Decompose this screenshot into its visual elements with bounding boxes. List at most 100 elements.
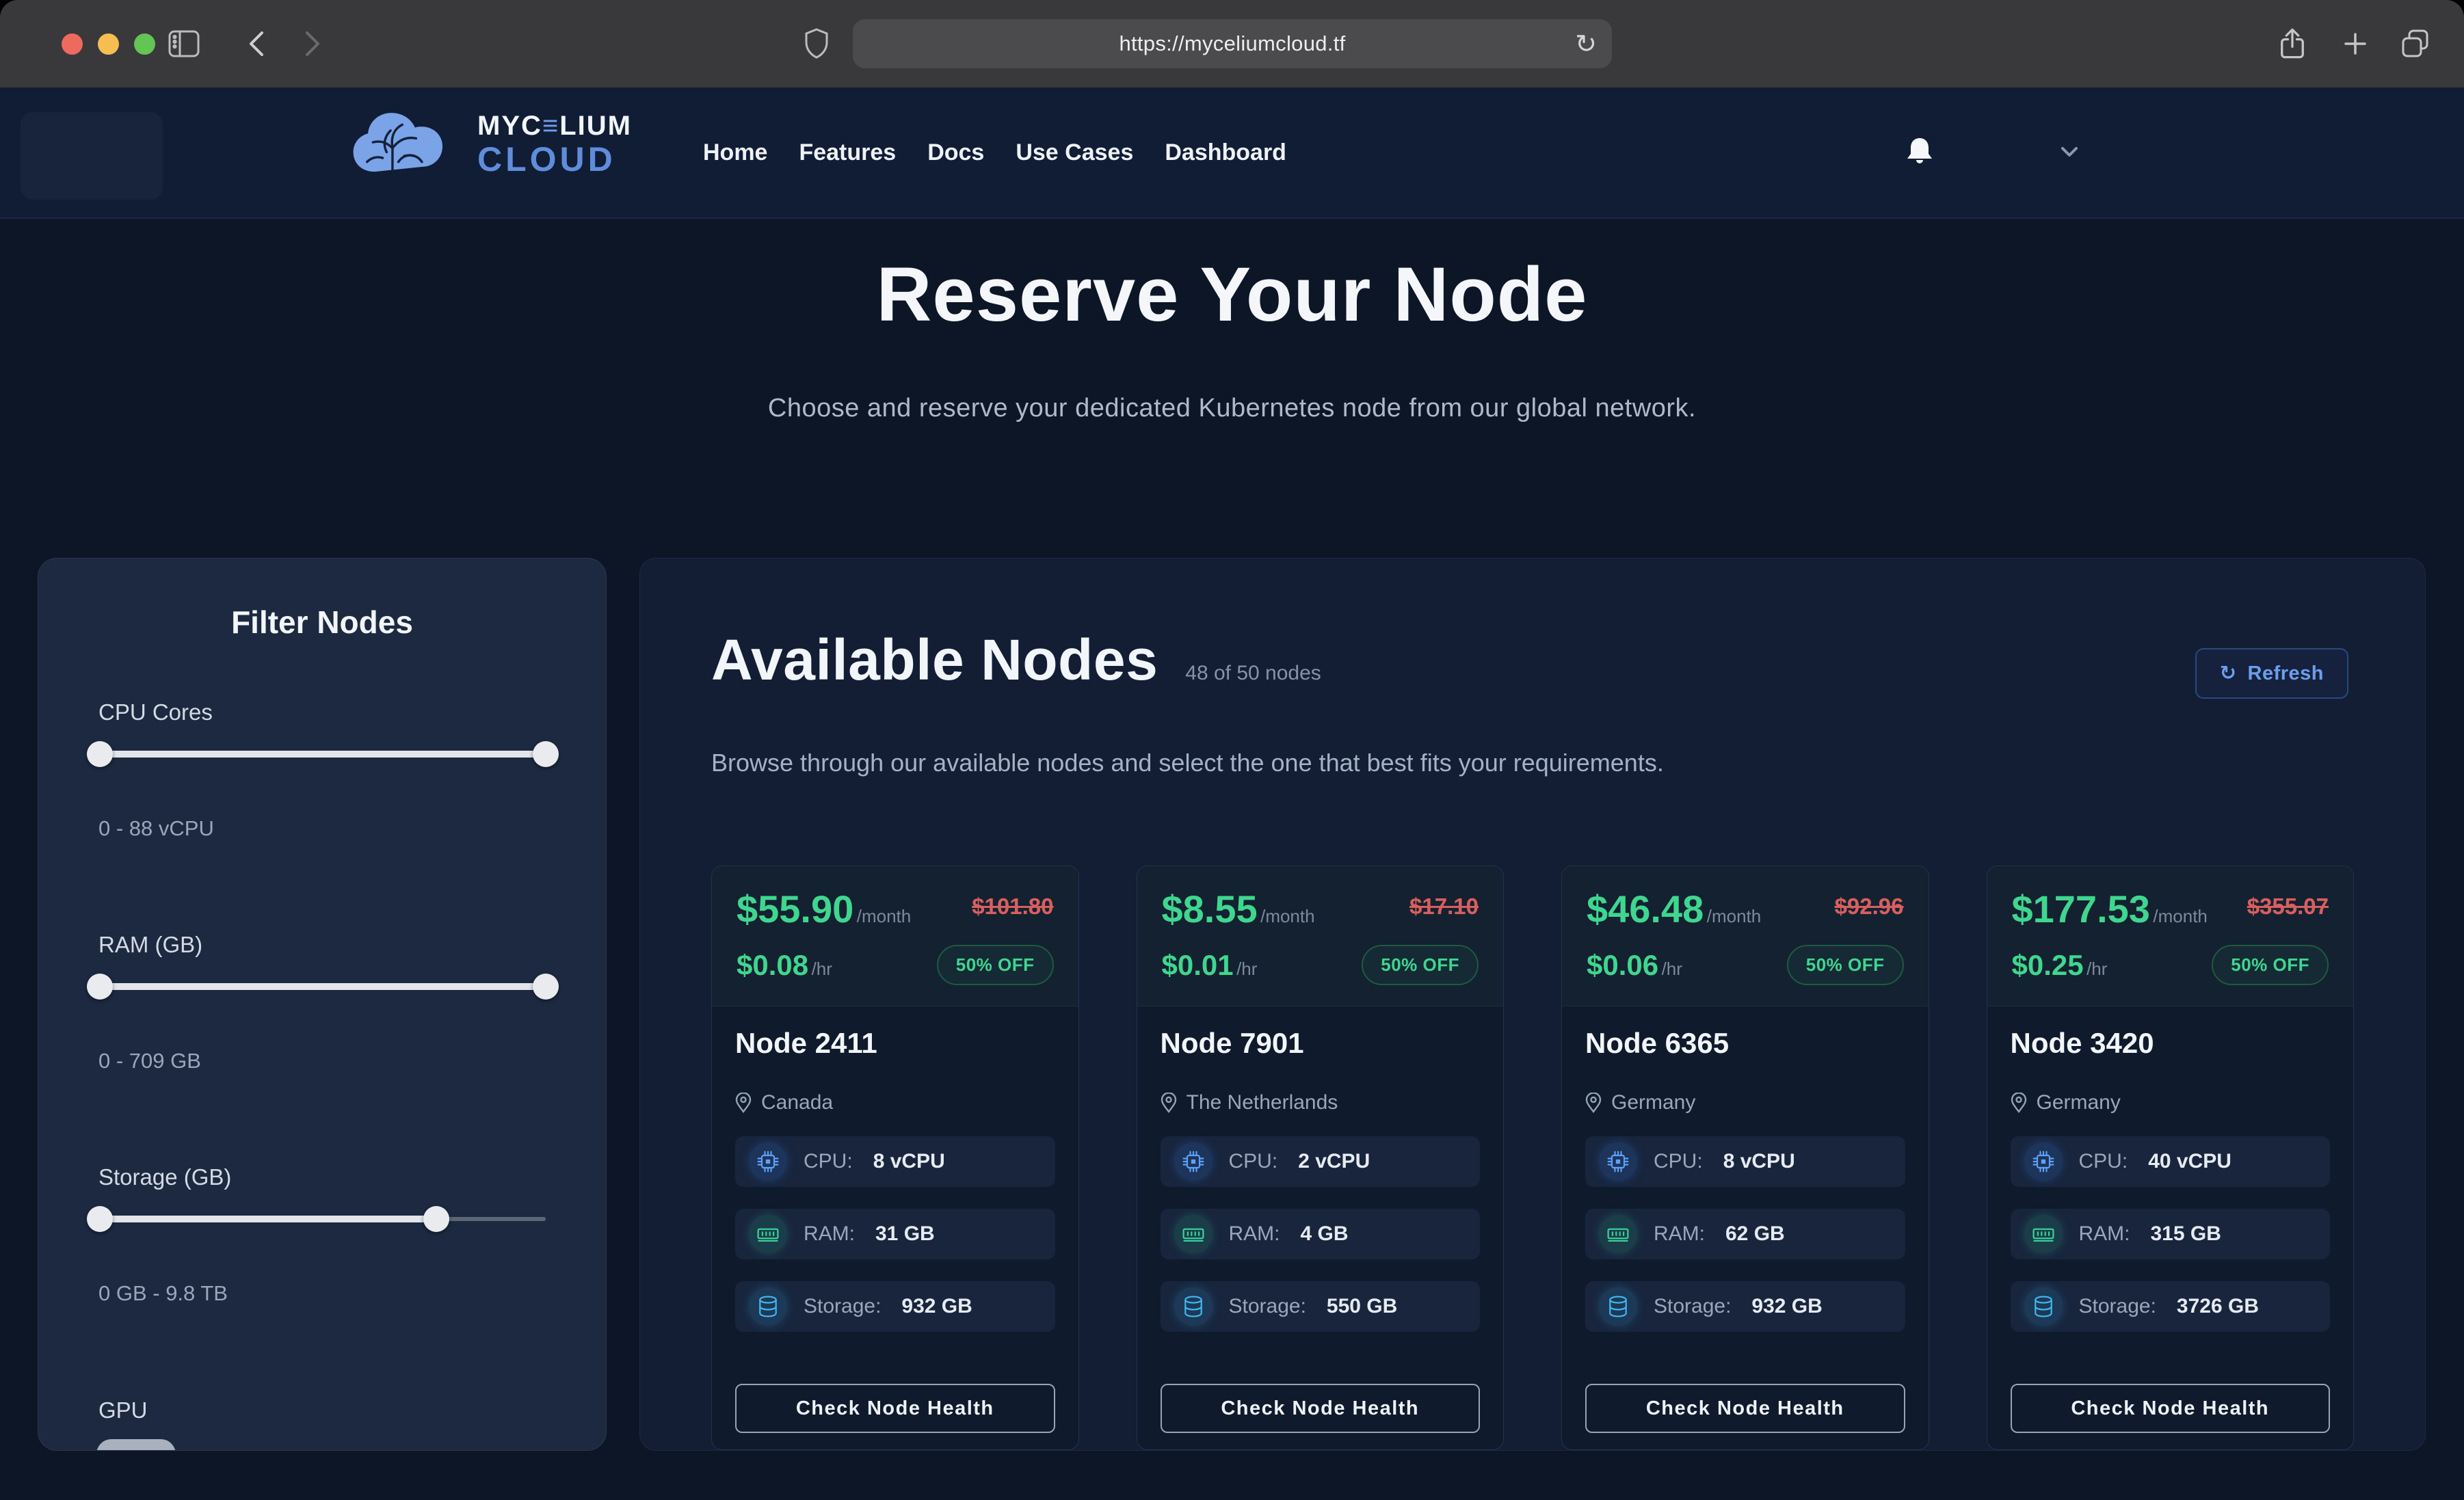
storage-icon xyxy=(1599,1287,1637,1326)
filter-label: RAM (GB) xyxy=(98,932,202,958)
filter-label: CPU Cores xyxy=(98,699,213,725)
account-chevron-down-icon[interactable] xyxy=(2060,145,2079,159)
slider-handle-max[interactable] xyxy=(533,741,559,767)
back-icon[interactable] xyxy=(238,26,274,62)
reload-icon[interactable]: ↻ xyxy=(1575,19,1597,68)
storage-spec-row: Storage: 932 GB xyxy=(1585,1281,1905,1332)
tabs-overview-icon[interactable] xyxy=(2398,26,2433,62)
check-node-health-button[interactable]: Check Node Health xyxy=(1585,1384,1905,1433)
card-price-header: $46.48 /month $92.96 $0.06 /hr 50% OFF xyxy=(1562,866,1929,1006)
node-location: Germany xyxy=(1611,1091,1695,1114)
cpu-label: CPU: xyxy=(2079,1150,2128,1173)
node-location: The Netherlands xyxy=(1187,1091,1338,1114)
ram-icon xyxy=(1599,1215,1637,1253)
range-slider[interactable] xyxy=(100,1206,546,1232)
slider-handle-min[interactable] xyxy=(87,1206,113,1232)
slider-handle-min[interactable] xyxy=(87,974,113,1000)
brand-wordmark: MYC≡LIUM CLOUD xyxy=(477,112,632,176)
url-bar[interactable]: https://myceliumcloud.tf ↻ xyxy=(853,19,1612,68)
mycelium-cloud-logo-icon xyxy=(347,103,465,186)
per-hour-label: /hr xyxy=(1236,959,1257,979)
shield-icon[interactable] xyxy=(799,26,834,62)
filter-label: Storage (GB) xyxy=(98,1164,231,1190)
cpu-spec-row: CPU: 2 vCPU xyxy=(1161,1136,1481,1187)
per-month-label: /month xyxy=(857,906,912,926)
per-hour-label: /hr xyxy=(812,959,832,979)
refresh-button[interactable]: ↻ Refresh xyxy=(2195,648,2348,699)
node-card[interactable]: $46.48 /month $92.96 $0.06 /hr 50% OFF N… xyxy=(1561,866,1929,1450)
minimize-window-button[interactable] xyxy=(98,34,119,55)
nav-item[interactable]: Dashboard xyxy=(1165,139,1286,166)
card-body: Node 2411 Canada CPU: xyxy=(712,1006,1078,1449)
browser-chrome: https://myceliumcloud.tf ↻ xyxy=(0,0,2464,88)
range-slider[interactable] xyxy=(100,741,546,767)
gpu-toggle[interactable] xyxy=(96,1439,176,1451)
storage-label: Storage: xyxy=(1229,1295,1306,1318)
nav-menu: Home Features Docs Use Cases Dashboard xyxy=(703,88,1286,217)
brand-logo[interactable]: MYC≡LIUM CLOUD xyxy=(347,103,632,186)
range-slider[interactable] xyxy=(100,974,546,1000)
slider-handle-max[interactable] xyxy=(423,1206,449,1232)
discount-badge: 50% OFF xyxy=(937,945,1054,985)
card-price-header: $177.53 /month $355.07 $0.25 /hr 50% OFF xyxy=(1987,866,2354,1006)
card-price-header: $55.90 /month $101.80 $0.08 /hr 50% OFF xyxy=(712,866,1078,1006)
forward-icon[interactable] xyxy=(295,26,331,62)
cpu-value: 8 vCPU xyxy=(1723,1150,1795,1173)
per-month-label: /month xyxy=(1260,906,1315,926)
sidebar-toggle-icon[interactable] xyxy=(166,26,202,62)
ram-spec-row: RAM: 62 GB xyxy=(1585,1209,1905,1259)
close-window-button[interactable] xyxy=(62,34,83,55)
slider-handle-max[interactable] xyxy=(533,974,559,1000)
notifications-bell-icon[interactable] xyxy=(1905,135,1934,168)
ram-spec-row: RAM: 31 GB xyxy=(735,1209,1055,1259)
cpu-label: CPU: xyxy=(804,1150,853,1173)
cpu-label: CPU: xyxy=(1654,1150,1703,1173)
ram-icon xyxy=(749,1215,787,1253)
check-node-health-button[interactable]: Check Node Health xyxy=(735,1384,1055,1433)
new-tab-icon[interactable] xyxy=(2337,26,2373,62)
storage-icon xyxy=(749,1287,787,1326)
available-nodes-panel: Available Nodes 48 of 50 nodes ↻ Refresh… xyxy=(639,558,2426,1451)
storage-value: 3726 GB xyxy=(2177,1295,2259,1318)
node-card[interactable]: $55.90 /month $101.80 $0.08 /hr 50% OFF … xyxy=(711,866,1079,1450)
storage-value: 932 GB xyxy=(901,1295,972,1318)
price-per-month: $177.53 xyxy=(2012,887,2150,930)
storage-spec-row: Storage: 3726 GB xyxy=(2011,1281,2331,1332)
original-price: $92.96 xyxy=(1835,894,1904,920)
nav-item[interactable]: Docs xyxy=(927,139,984,166)
original-price: $17.10 xyxy=(1409,894,1479,920)
share-icon[interactable] xyxy=(2275,26,2310,62)
storage-icon xyxy=(2024,1287,2063,1326)
browser-window: https://myceliumcloud.tf ↻ xyxy=(0,0,2464,1500)
cpu-icon xyxy=(1174,1142,1213,1181)
zoom-window-button[interactable] xyxy=(134,34,155,55)
price-per-month: $8.55 xyxy=(1162,887,1258,930)
site-navbar: MYC≡LIUM CLOUD Home Features Docs Use Ca… xyxy=(0,88,2464,219)
cpu-value: 40 vCPU xyxy=(2148,1150,2231,1173)
cpu-spec-row: CPU: 40 vCPU xyxy=(2011,1136,2331,1187)
node-name: Node 3420 xyxy=(2011,1027,2331,1060)
filter-range-text: 0 - 709 GB xyxy=(98,1049,201,1073)
card-body: Node 6365 Germany CPU: xyxy=(1562,1006,1929,1449)
slider-handle-min[interactable] xyxy=(87,741,113,767)
ram-value: 4 GB xyxy=(1301,1222,1349,1246)
nav-item[interactable]: Features xyxy=(799,139,896,166)
storage-label: Storage: xyxy=(2079,1295,2156,1318)
nav-item[interactable]: Home xyxy=(703,139,767,166)
node-card[interactable]: $8.55 /month $17.10 $0.01 /hr 50% OFF No… xyxy=(1137,866,1505,1450)
ram-value: 62 GB xyxy=(1725,1222,1785,1246)
storage-value: 550 GB xyxy=(1327,1295,1397,1318)
nav-item[interactable]: Use Cases xyxy=(1016,139,1133,166)
filter-panel-title: Filter Nodes xyxy=(38,604,606,641)
node-card[interactable]: $177.53 /month $355.07 $0.25 /hr 50% OFF… xyxy=(1987,866,2355,1450)
node-name: Node 2411 xyxy=(735,1027,1055,1060)
window-controls xyxy=(62,34,155,55)
nodes-subtitle: Browse through our available nodes and s… xyxy=(711,749,1664,777)
storage-icon xyxy=(1174,1287,1213,1326)
ram-value: 315 GB xyxy=(2151,1222,2221,1246)
cpu-icon xyxy=(1599,1142,1637,1181)
check-node-health-button[interactable]: Check Node Health xyxy=(2011,1384,2331,1433)
per-month-label: /month xyxy=(2153,906,2208,926)
check-node-health-button[interactable]: Check Node Health xyxy=(1161,1384,1481,1433)
original-price: $101.80 xyxy=(972,894,1053,920)
